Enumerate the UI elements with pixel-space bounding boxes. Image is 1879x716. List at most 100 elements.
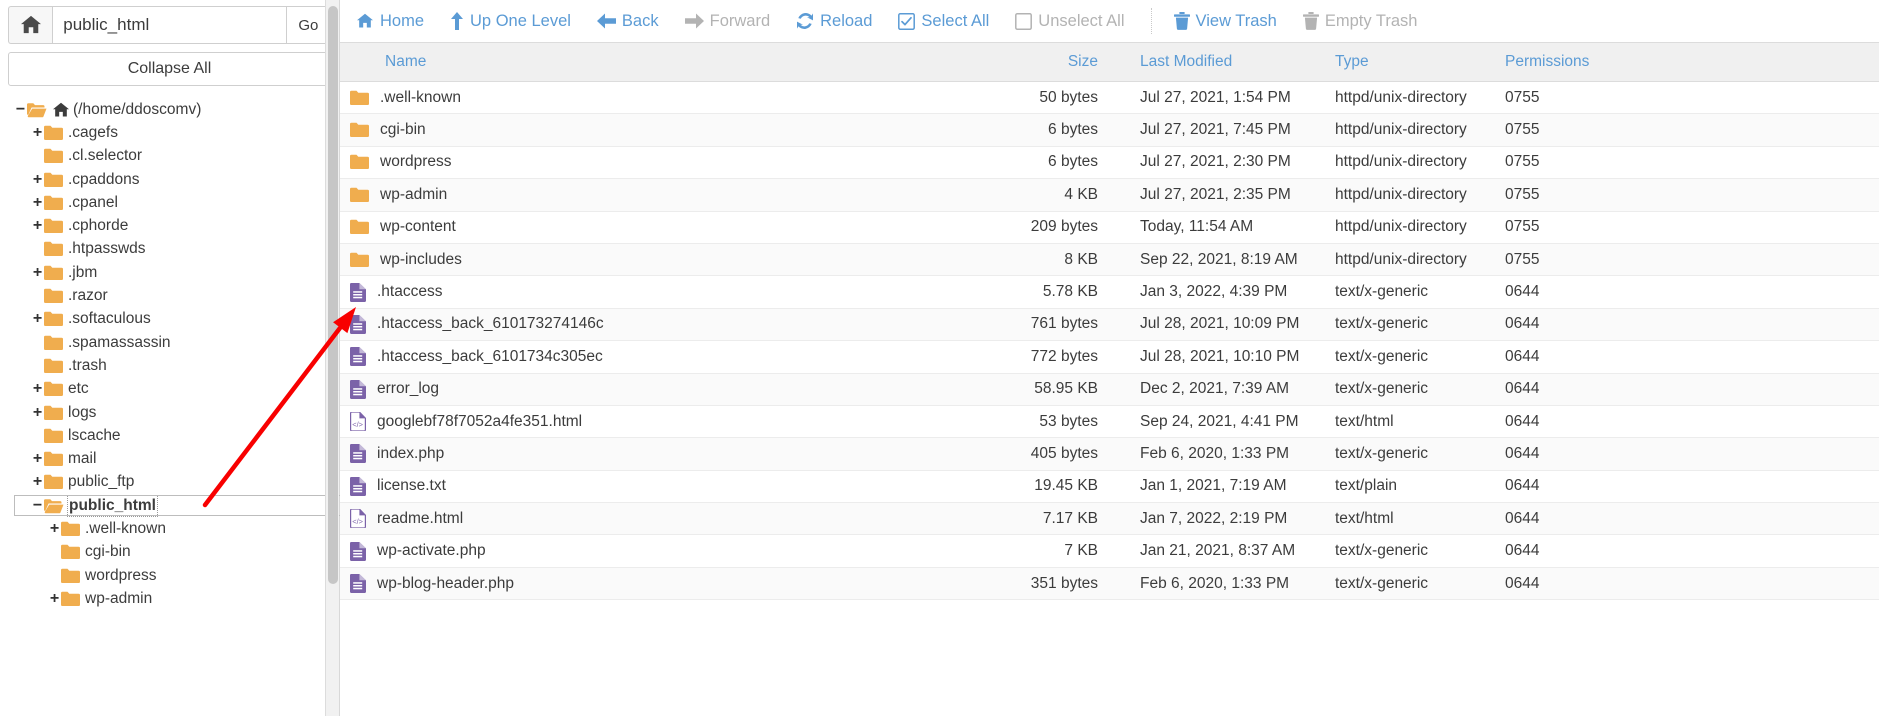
tree-item-logs[interactable]: + logs bbox=[14, 401, 339, 424]
collapse-all-button[interactable]: Collapse All bbox=[8, 52, 331, 86]
tree-expand-icon[interactable]: + bbox=[31, 404, 44, 421]
file-row[interactable]: </> readme.html 7.17 KB Jan 7, 2022, 2:19 P… bbox=[340, 503, 1879, 536]
tree-item-cagefs[interactable]: + .cagefs bbox=[14, 121, 339, 144]
sidebar-scrollbar-thumb[interactable] bbox=[328, 6, 338, 584]
file-name-cell[interactable]: wp-includes bbox=[340, 251, 990, 269]
tree-item-cpanel[interactable]: + .cpanel bbox=[14, 191, 339, 214]
file-name-cell[interactable]: wp-blog-header.php bbox=[340, 574, 990, 594]
tree-item-label[interactable]: cgi-bin bbox=[85, 543, 131, 561]
file-name-cell[interactable]: </> readme.html bbox=[340, 509, 990, 529]
file-row[interactable]: .htaccess 5.78 KB Jan 3, 2022, 4:39 PM text… bbox=[340, 276, 1879, 309]
tree-item-label[interactable]: logs bbox=[68, 404, 96, 422]
toolbar-back-button[interactable]: Back bbox=[596, 12, 659, 31]
tree-item-cl-selector[interactable]: +.cl.selector bbox=[14, 145, 339, 168]
tree-item-lscache[interactable]: +lscache bbox=[14, 424, 339, 447]
file-name-cell[interactable]: </> googlebf78f7052a4fe351.html bbox=[340, 412, 990, 432]
sidebar-scrollbar[interactable] bbox=[325, 0, 339, 716]
toolbar-select-all-button[interactable]: Select All bbox=[898, 12, 989, 31]
toolbar-up-one-level-button[interactable]: Up One Level bbox=[450, 12, 571, 31]
path-input[interactable] bbox=[52, 6, 287, 44]
tree-item-label[interactable]: .jbm bbox=[68, 264, 97, 282]
tree-item-label[interactable]: .trash bbox=[68, 357, 107, 375]
tree-item-label[interactable]: .cagefs bbox=[68, 124, 118, 142]
tree-item-label[interactable]: .cphorde bbox=[68, 217, 128, 235]
file-name-cell[interactable]: .htaccess_back_6101734c305ec bbox=[340, 347, 990, 367]
file-name-cell[interactable]: wordpress bbox=[340, 153, 990, 171]
file-row[interactable]: wp-activate.php 7 KB Jan 21, 2021, 8:37 AM… bbox=[340, 535, 1879, 568]
tree-collapse-icon[interactable]: − bbox=[31, 497, 44, 514]
tree-expand-icon[interactable]: + bbox=[31, 124, 44, 141]
home-icon-button[interactable] bbox=[8, 6, 53, 44]
tree-item-label[interactable]: etc bbox=[68, 380, 89, 398]
file-row[interactable]: .htaccess_back_610173274146c 761 bytes Jul… bbox=[340, 308, 1879, 342]
tree-item-label[interactable]: .cl.selector bbox=[68, 147, 142, 165]
file-name-cell[interactable]: index.php bbox=[340, 444, 990, 464]
tree-expand-icon[interactable]: + bbox=[48, 590, 61, 607]
tree-item-softaculous[interactable]: + .softaculous bbox=[14, 308, 339, 331]
tree-item-label[interactable]: (/home/ddoscomv) bbox=[73, 101, 201, 119]
tree-item-label[interactable]: .softaculous bbox=[68, 310, 151, 328]
tree-item-label[interactable]: .well-known bbox=[85, 520, 166, 538]
file-name-cell[interactable]: .htaccess_back_610173274146c bbox=[340, 314, 990, 334]
tree-item-label[interactable]: wordpress bbox=[85, 567, 157, 585]
tree-item-home-ddoscomv[interactable]: − (/home/ddoscomv) bbox=[14, 98, 339, 121]
tree-item-etc[interactable]: + etc bbox=[14, 378, 339, 401]
file-name-cell[interactable]: license.txt bbox=[340, 476, 990, 496]
tree-item-public-ftp[interactable]: + public_ftp bbox=[14, 471, 339, 494]
toolbar-home-button[interactable]: Home bbox=[356, 12, 424, 31]
file-name-cell[interactable]: wp-content bbox=[340, 218, 990, 236]
tree-item-label[interactable]: .spamassassin bbox=[68, 334, 171, 352]
tree-item-htpasswds[interactable]: +.htpasswds bbox=[14, 238, 339, 261]
tree-item-label[interactable]: public_ftp bbox=[68, 473, 134, 491]
tree-collapse-icon[interactable]: − bbox=[14, 101, 27, 118]
tree-expand-icon[interactable]: + bbox=[48, 520, 61, 537]
tree-item-mail[interactable]: + mail bbox=[14, 447, 339, 470]
file-name-cell[interactable]: wp-admin bbox=[340, 186, 990, 204]
tree-item-razor[interactable]: +.razor bbox=[14, 284, 339, 307]
tree-item-label[interactable]: .razor bbox=[68, 287, 108, 305]
tree-item-label[interactable]: wp-admin bbox=[85, 590, 152, 608]
file-row[interactable]: wp-blog-header.php 351 bytes Feb 6, 2020, … bbox=[340, 567, 1879, 601]
toolbar-view-trash-button[interactable]: View Trash bbox=[1173, 12, 1277, 31]
toolbar-reload-button[interactable]: Reload bbox=[796, 12, 872, 31]
tree-item-label[interactable]: .cpaddons bbox=[68, 171, 140, 189]
tree-expand-icon[interactable]: + bbox=[31, 264, 44, 281]
file-row[interactable]: .htaccess_back_6101734c305ec 772 bytes Jul… bbox=[340, 341, 1879, 374]
file-row[interactable]: wp-includes 8 KB Sep 22, 2021, 8:19 AM http… bbox=[340, 243, 1879, 277]
column-header-name[interactable]: Name bbox=[340, 53, 990, 71]
file-row[interactable]: wp-content 209 bytes Today, 11:54 AM httpd/… bbox=[340, 212, 1879, 244]
column-header-size[interactable]: Size bbox=[990, 53, 1110, 71]
file-name-cell[interactable]: .htaccess bbox=[340, 282, 990, 302]
tree-item-label[interactable]: lscache bbox=[68, 427, 121, 445]
tree-expand-icon[interactable]: + bbox=[31, 381, 44, 397]
tree-item-trash[interactable]: +.trash bbox=[14, 354, 339, 377]
file-row[interactable]: license.txt 19.45 KB Jan 1, 2021, 7:19 AM t… bbox=[340, 471, 1879, 504]
file-row[interactable]: </> googlebf78f7052a4fe351.html 53 bytes Se… bbox=[340, 406, 1879, 439]
tree-item-wordpress[interactable]: +wordpress bbox=[14, 564, 339, 587]
file-row[interactable]: .well-known 50 bytes Jul 27, 2021, 1:54 PM… bbox=[340, 82, 1879, 115]
file-row[interactable]: cgi-bin 6 bytes Jul 27, 2021, 7:45 PM httpd… bbox=[340, 114, 1879, 147]
file-name-cell[interactable]: .well-known bbox=[340, 89, 990, 107]
file-name-cell[interactable]: cgi-bin bbox=[340, 121, 990, 139]
tree-item-jbm[interactable]: + .jbm bbox=[14, 261, 339, 284]
file-row[interactable]: index.php 405 bytes Feb 6, 2020, 1:33 PM te… bbox=[340, 438, 1879, 471]
tree-item-well-known[interactable]: + .well-known bbox=[14, 517, 339, 540]
tree-expand-icon[interactable]: + bbox=[31, 451, 44, 467]
tree-expand-icon[interactable]: + bbox=[31, 311, 44, 327]
tree-item-label[interactable]: .htpasswds bbox=[68, 240, 146, 258]
tree-expand-icon[interactable]: + bbox=[31, 218, 44, 234]
tree-item-spamassassin[interactable]: +.spamassassin bbox=[14, 331, 339, 354]
file-row[interactable]: wordpress 6 bytes Jul 27, 2021, 2:30 PM htt… bbox=[340, 147, 1879, 180]
column-header-permissions[interactable]: Permissions bbox=[1505, 53, 1625, 71]
file-name-cell[interactable]: error_log bbox=[340, 379, 990, 399]
tree-expand-icon[interactable]: + bbox=[31, 474, 44, 490]
tree-item-cphorde[interactable]: + .cphorde bbox=[14, 214, 339, 237]
tree-item-cpaddons[interactable]: + .cpaddons bbox=[14, 168, 339, 191]
tree-item-label[interactable]: mail bbox=[68, 450, 96, 468]
file-name-cell[interactable]: wp-activate.php bbox=[340, 541, 990, 561]
column-header-type[interactable]: Type bbox=[1335, 53, 1505, 71]
tree-item-label[interactable]: public_html bbox=[67, 494, 158, 517]
tree-item-label[interactable]: .cpanel bbox=[68, 194, 118, 212]
tree-item-wp-admin[interactable]: + wp-admin bbox=[14, 587, 339, 610]
file-row[interactable]: error_log 58.95 KB Dec 2, 2021, 7:39 AM tex… bbox=[340, 373, 1879, 406]
